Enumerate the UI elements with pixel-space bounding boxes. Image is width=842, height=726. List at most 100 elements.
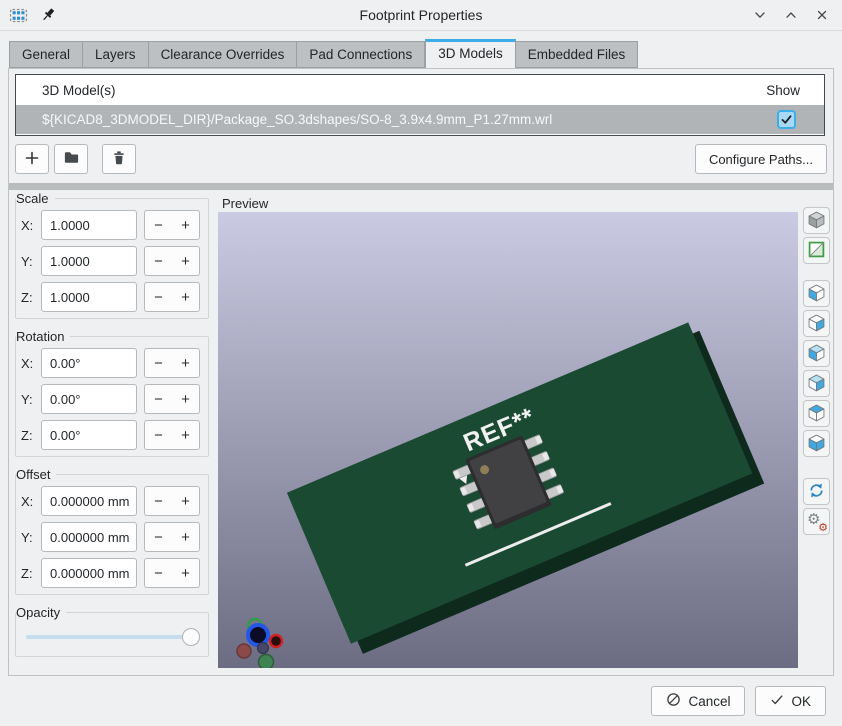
gears-icon: ⚙ ⚙ (807, 512, 826, 531)
rotation-z-increment[interactable]: + (172, 421, 199, 449)
dialog-footer: Cancel OK (0, 676, 842, 726)
window-title: Footprint Properties (0, 7, 842, 23)
orthographic-projection-button[interactable] (803, 207, 830, 234)
offset-y-increment[interactable]: + (172, 523, 199, 551)
column-header-models: 3D Model(s) (42, 83, 116, 98)
view-right-cube-icon (806, 312, 827, 336)
scale-x-spinner: − + (144, 210, 200, 240)
ok-button[interactable]: OK (755, 686, 826, 716)
check-icon (770, 693, 784, 710)
rotation-x-increment[interactable]: + (172, 349, 199, 377)
scale-y-label: Y: (21, 254, 41, 269)
cancel-button-label: Cancel (688, 694, 730, 709)
board-body-icon (807, 240, 826, 262)
show-checkbox[interactable] (777, 110, 796, 129)
browse-model-button[interactable] (54, 144, 88, 174)
cancel-button[interactable]: Cancel (651, 686, 745, 716)
view-right-button[interactable] (803, 310, 830, 337)
tab-page-3d-models: 3D Model(s) Show ${KICAD8_3DMODEL_DIR}/P… (8, 68, 834, 676)
cancel-icon (666, 692, 681, 710)
rotation-z-input[interactable]: 0.00° (41, 420, 137, 450)
reload-button[interactable] (803, 478, 830, 505)
axis-gizmo[interactable] (228, 614, 298, 668)
preview-3d-viewport[interactable]: REF** (218, 212, 798, 668)
tab-embedded-files[interactable]: Embedded Files (516, 41, 639, 68)
scale-x-input[interactable]: 1.0000 (41, 210, 137, 240)
scale-x-decrement[interactable]: − (145, 211, 172, 239)
rotation-y-label: Y: (21, 392, 41, 407)
view-back-cube-icon (806, 372, 827, 396)
offset-z-increment[interactable]: + (172, 559, 199, 587)
folder-icon (63, 149, 80, 169)
view-bottom-button[interactable] (803, 430, 830, 457)
tab-layers[interactable]: Layers (83, 41, 149, 68)
opacity-slider[interactable] (26, 628, 198, 646)
offset-y-decrement[interactable]: − (145, 523, 172, 551)
titlebar: Footprint Properties (0, 0, 842, 31)
offset-y-input[interactable]: 0.000000 mm (41, 522, 137, 552)
model-list-header: 3D Model(s) Show (16, 75, 824, 105)
scale-x-label: X: (21, 218, 41, 233)
view-top-button[interactable] (803, 400, 830, 427)
offset-z-label: Z: (21, 566, 41, 581)
scale-y-increment[interactable]: + (172, 247, 199, 275)
rotation-z-spinner: − + (144, 420, 200, 450)
opacity-slider-track[interactable] (26, 635, 198, 639)
opacity-group-label: Opacity (16, 605, 66, 620)
configure-paths-button[interactable]: Configure Paths... (695, 144, 827, 174)
view-top-cube-icon (806, 402, 827, 426)
scale-y-spinner: − + (144, 246, 200, 276)
tab-3d-models[interactable]: 3D Models (425, 39, 516, 69)
rotation-x-input[interactable]: 0.00° (41, 348, 137, 378)
offset-x-increment[interactable]: + (172, 487, 199, 515)
view-front-button[interactable] (803, 340, 830, 367)
tab-general[interactable]: General (9, 41, 83, 68)
scale-x-increment[interactable]: + (172, 211, 199, 239)
rotation-x-label: X: (21, 356, 41, 371)
rotation-y-decrement[interactable]: − (145, 385, 172, 413)
model-toolbar: Configure Paths... (15, 144, 827, 174)
rotation-x-spinner: − + (144, 348, 200, 378)
board-body-toggle-button[interactable] (803, 237, 830, 264)
scale-y-decrement[interactable]: − (145, 247, 172, 275)
shade-window-icon[interactable] (753, 8, 767, 22)
ok-button-label: OK (791, 694, 811, 709)
scale-y-input[interactable]: 1.0000 (41, 246, 137, 276)
delete-model-button[interactable] (102, 144, 136, 174)
model-list[interactable]: 3D Model(s) Show ${KICAD8_3DMODEL_DIR}/P… (15, 74, 825, 136)
tab-pad-connections[interactable]: Pad Connections (297, 41, 425, 68)
opacity-slider-handle[interactable] (182, 628, 200, 646)
tab-clearance-overrides[interactable]: Clearance Overrides (149, 41, 298, 68)
rotation-y-spinner: − + (144, 384, 200, 414)
offset-z-input[interactable]: 0.000000 mm (41, 558, 137, 588)
scale-group-label: Scale (16, 191, 55, 206)
close-window-icon[interactable] (815, 8, 829, 22)
splitter-sash[interactable] (9, 183, 833, 190)
rotation-y-increment[interactable]: + (172, 385, 199, 413)
rotation-group-label: Rotation (16, 329, 70, 344)
rotation-y-input[interactable]: 0.00° (41, 384, 137, 414)
rotation-z-decrement[interactable]: − (145, 421, 172, 449)
offset-z-spinner: − + (144, 558, 200, 588)
board-render: REF** (218, 212, 798, 668)
scale-z-increment[interactable]: + (172, 283, 199, 311)
view-back-button[interactable] (803, 370, 830, 397)
offset-x-decrement[interactable]: − (145, 487, 172, 515)
view-front-cube-icon (806, 342, 827, 366)
maximize-window-icon[interactable] (784, 8, 798, 22)
offset-y-label: Y: (21, 530, 41, 545)
rotation-x-decrement[interactable]: − (145, 349, 172, 377)
transform-panel: Scale X: 1.0000 − + Y: 1.0000 − + Z: 1.0… (15, 198, 209, 674)
add-model-button[interactable] (15, 144, 49, 174)
rotation-group: Rotation X: 0.00° − + Y: 0.00° − + Z: 0.… (15, 336, 209, 457)
offset-z-decrement[interactable]: − (145, 559, 172, 587)
model-row[interactable]: ${KICAD8_3DMODEL_DIR}/Package_SO.3dshape… (16, 105, 824, 134)
scale-z-input[interactable]: 1.0000 (41, 282, 137, 312)
settings-button[interactable]: ⚙ ⚙ (803, 508, 830, 535)
view-left-button[interactable] (803, 280, 830, 307)
scale-z-label: Z: (21, 290, 41, 305)
offset-group: Offset X: 0.000000 mm − + Y: 0.000000 mm… (15, 474, 209, 595)
scale-z-decrement[interactable]: − (145, 283, 172, 311)
trash-icon (111, 150, 127, 169)
offset-x-input[interactable]: 0.000000 mm (41, 486, 137, 516)
